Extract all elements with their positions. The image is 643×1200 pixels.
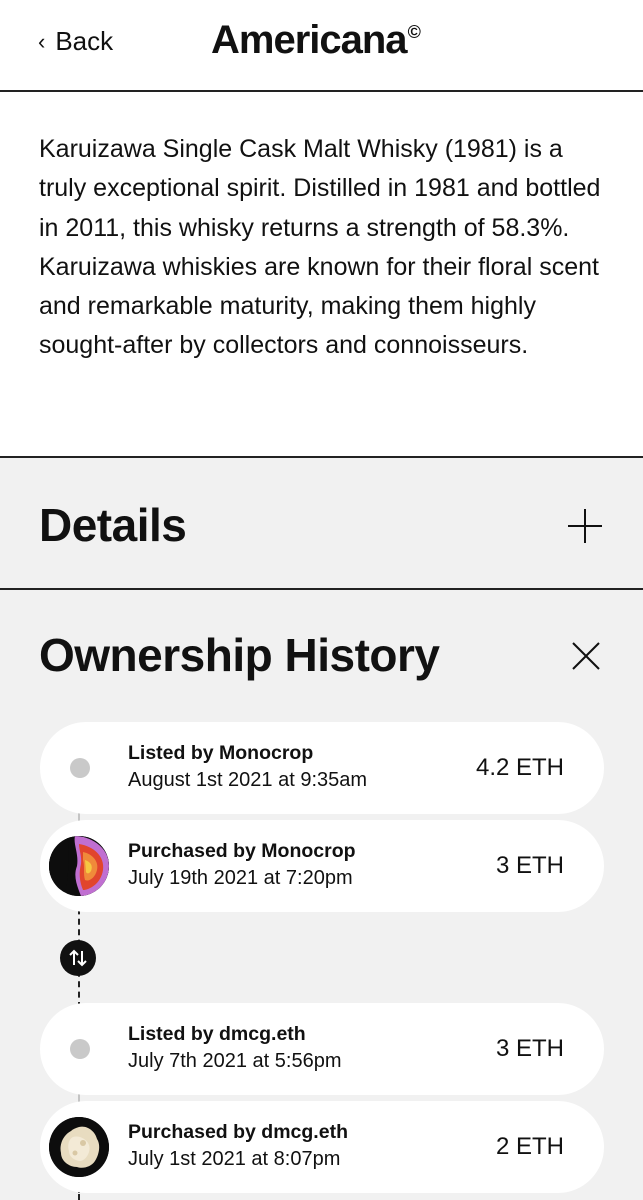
timeline-dot-icon (70, 1039, 90, 1059)
event-date: July 7th 2021 at 5:56pm (128, 1050, 342, 1072)
event-date: July 1st 2021 at 8:07pm (128, 1148, 341, 1170)
brand-logo[interactable]: Americana© (211, 18, 421, 63)
event-title: Listed by dmcg.eth (128, 1023, 306, 1045)
event-price: 3 ETH (495, 852, 564, 879)
description-section: Karuizawa Single Cask Malt Whisky (1981)… (0, 92, 643, 458)
event-price: 2 ETH (495, 1133, 564, 1160)
back-button[interactable]: ‹ Back (38, 26, 113, 57)
details-title: Details (39, 499, 187, 551)
ownership-history-title: Ownership History (39, 629, 440, 681)
history-event-card[interactable]: Purchased by dmcg.eth July 1st 2021 at 8… (40, 1101, 604, 1193)
event-price: 3 ETH (495, 1035, 564, 1062)
back-label: Back (55, 26, 114, 56)
copyright-mark: © (407, 22, 421, 42)
close-icon[interactable] (571, 641, 601, 671)
event-date: August 1st 2021 at 9:35am (128, 769, 368, 791)
description-text: Karuizawa Single Cask Malt Whisky (1981)… (39, 135, 601, 360)
brand-name: Americana (211, 18, 408, 62)
history-event-card[interactable]: Listed by Monocrop August 1st 2021 at 9:… (40, 722, 604, 814)
history-event-card[interactable]: Listed by dmcg.eth July 7th 2021 at 5:56… (40, 1003, 604, 1095)
details-accordion[interactable]: Details (0, 458, 643, 590)
event-title: Purchased by dmcg.eth (128, 1121, 348, 1143)
event-price: 4.2 ETH (475, 754, 564, 781)
monocrop-avatar-icon (49, 836, 109, 896)
event-title: Purchased by Monocrop (128, 840, 356, 862)
plus-icon[interactable] (566, 507, 604, 545)
event-date: July 19th 2021 at 7:20pm (128, 867, 353, 889)
event-title: Listed by Monocrop (128, 742, 314, 764)
swap-arrows-icon[interactable] (60, 940, 96, 976)
chevron-left-icon: ‹ (38, 28, 46, 54)
top-bar: ‹ Back Americana© (0, 0, 643, 92)
timeline-dot-icon (70, 758, 90, 778)
history-event-card[interactable]: Purchased by Monocrop July 19th 2021 at … (40, 820, 604, 912)
dmcg-avatar-icon (49, 1117, 109, 1177)
